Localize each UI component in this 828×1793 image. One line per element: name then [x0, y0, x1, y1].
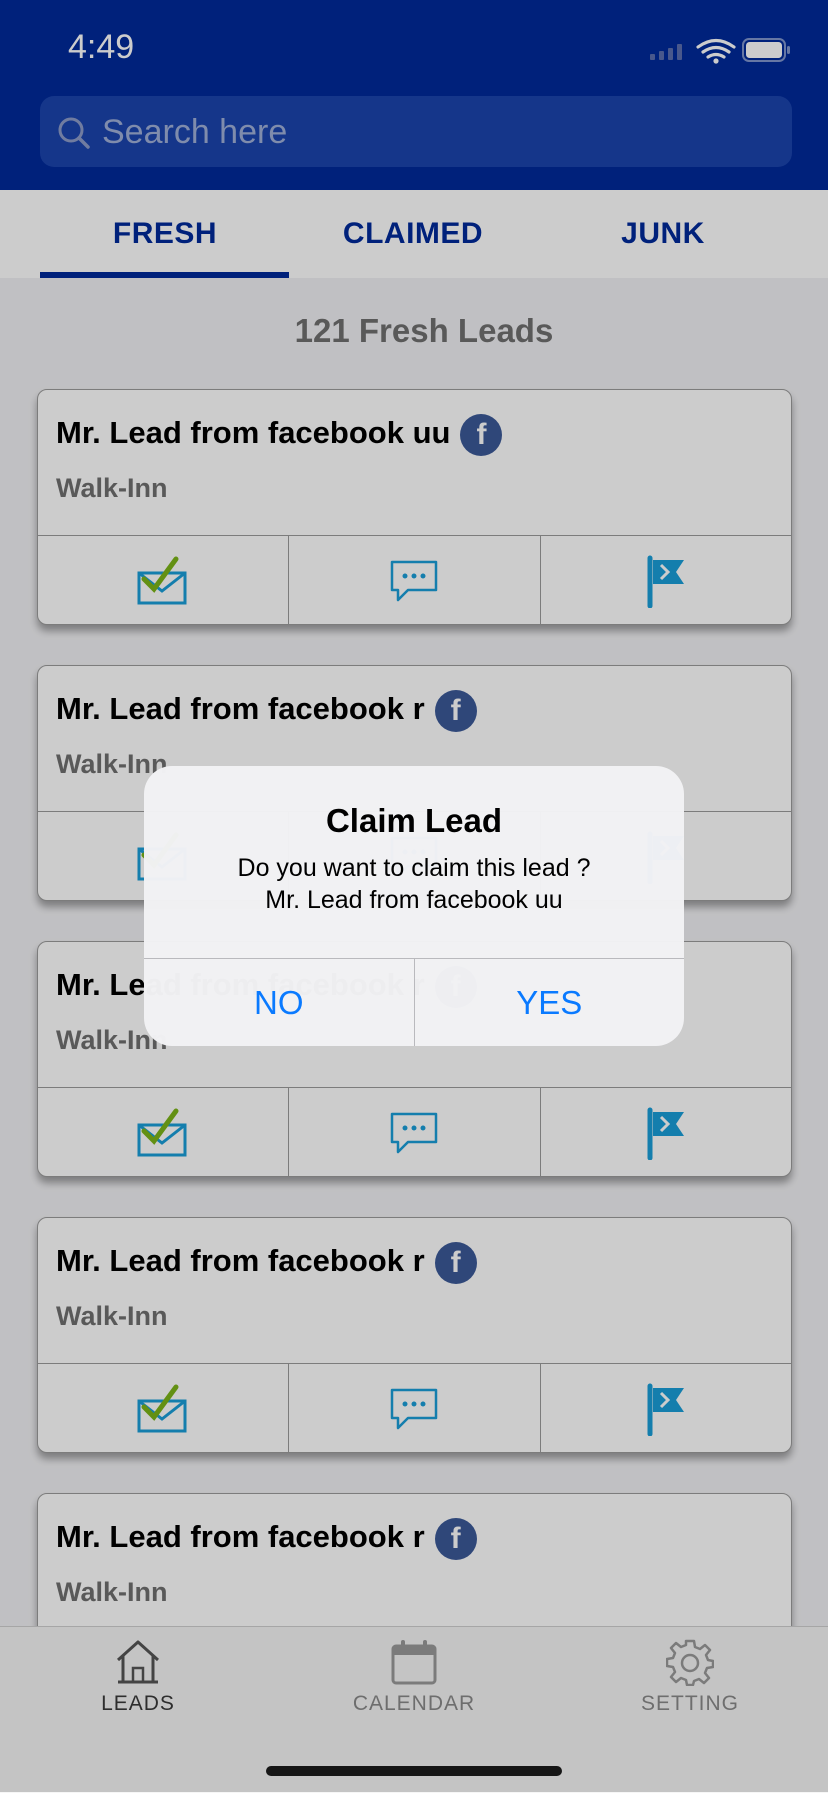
dialog-message-line1: Do you want to claim this lead ? [237, 854, 591, 882]
yes-button[interactable]: YES [413, 959, 685, 1046]
dialog-buttons: NO YES [144, 958, 684, 1046]
claim-lead-dialog: Claim Lead Do you want to claim this lea… [144, 766, 684, 1046]
dialog-message-line2: Mr. Lead from facebook uu [265, 886, 563, 914]
dialog-message: Do you want to claim this lead ? Mr. Lea… [174, 852, 654, 916]
no-button[interactable]: NO [144, 959, 414, 1046]
dialog-title: Claim Lead [325, 802, 503, 839]
